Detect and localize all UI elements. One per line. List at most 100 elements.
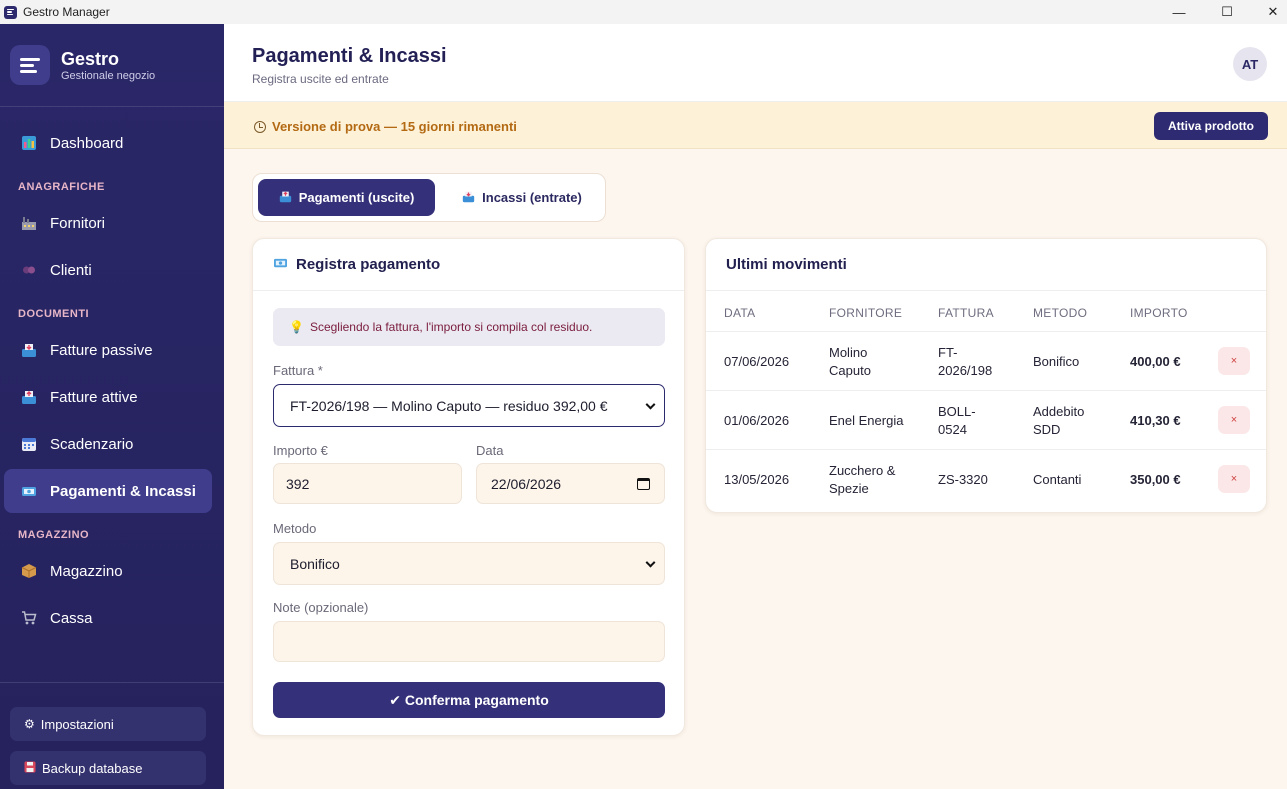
package-icon: [20, 562, 38, 580]
minimize-icon: —: [1172, 4, 1186, 20]
date-value: 22/06/2026: [491, 475, 562, 492]
trial-banner: Versione di prova — 15 giorni rimanenti …: [224, 102, 1287, 149]
movements-title: Ultimi movimenti: [706, 239, 1266, 291]
avatar[interactable]: AT: [1233, 47, 1267, 81]
cell-importo: 410,30 €: [1130, 413, 1181, 428]
minimize-button[interactable]: —: [1156, 0, 1202, 24]
sidebar: Gestro Gestionale negozio Dashboard ANAG…: [0, 24, 224, 789]
cell-data: 07/06/2026: [724, 354, 790, 369]
money-icon: [20, 482, 38, 500]
sidebar-item-label: Dashboard: [50, 134, 124, 152]
app-icon: [4, 5, 17, 19]
importo-input[interactable]: 392: [273, 463, 462, 504]
close-icon: ×: [1230, 414, 1238, 426]
sidebar-item-label: Clienti: [50, 261, 92, 279]
page-subtitle: Registra uscite ed entrate: [252, 72, 389, 86]
cell-data: 13/05/2026: [724, 472, 790, 487]
sidebar-item-label: Fatture attive: [50, 388, 138, 406]
sidebar-item-fatture-passive[interactable]: Fatture passive: [4, 328, 212, 372]
inbox-tray-icon: [20, 341, 38, 359]
sidebar-item-fatture-attive[interactable]: Fatture attive: [4, 375, 212, 419]
backup-label: Backup database: [42, 760, 143, 776]
window-titlebar: Gestro Manager — ☐ ✕: [0, 0, 1287, 24]
cell-importo: 350,00 €: [1130, 472, 1181, 487]
fattura-label: Fattura *: [273, 363, 323, 378]
cell-metodo: Bonifico: [1033, 354, 1080, 369]
note-label: Note (opzionale): [273, 600, 369, 615]
hint-box: 💡 Scegliendo la fattura, l'importo si co…: [273, 308, 665, 346]
cell-fornitore: Zucchero & Spezie: [829, 463, 896, 496]
calendar-icon[interactable]: [637, 478, 650, 490]
metodo-select[interactable]: Bonifico: [273, 542, 665, 585]
sidebar-item-label: Fornitori: [50, 214, 106, 232]
chevron-down-icon: [645, 399, 656, 410]
floppy-disk-icon: [24, 761, 36, 776]
users-icon: [20, 261, 38, 279]
outbox-tray-icon: [20, 388, 38, 406]
delete-movement-button[interactable]: ×: [1218, 406, 1250, 434]
note-input[interactable]: [273, 621, 665, 662]
close-icon: ×: [1230, 473, 1238, 485]
money-icon: [273, 257, 288, 273]
cell-importo: 400,00 €: [1130, 354, 1181, 369]
clock-icon: [254, 120, 266, 133]
movements-card: Ultimi movimenti DATA FORNITORE FATTURA …: [705, 238, 1267, 513]
sidebar-item-pagamenti[interactable]: Pagamenti & Incassi: [4, 469, 212, 513]
data-label: Data: [476, 443, 504, 458]
cell-data: 01/06/2026: [724, 413, 790, 428]
col-data: DATA: [724, 306, 756, 320]
sidebar-item-fornitori[interactable]: Fornitori: [4, 201, 212, 245]
col-fattura: FATTURA: [938, 306, 994, 320]
date-input[interactable]: 22/06/2026: [476, 463, 665, 504]
cell-fornitore: Molino Caputo: [829, 345, 871, 378]
metodo-select-value: Bonifico: [290, 555, 340, 572]
cell-metodo: Contanti: [1033, 472, 1082, 487]
cell-fattura: BOLL- 0524: [938, 404, 976, 437]
gear-icon: ⚙: [24, 717, 35, 731]
sidebar-item-scadenzario[interactable]: Scadenzario: [4, 422, 212, 466]
tab-label: Incassi (entrate): [482, 190, 582, 205]
maximize-button[interactable]: ☐: [1204, 0, 1250, 24]
fattura-select[interactable]: FT-2026/198 — Molino Caputo — residuo 39…: [273, 384, 665, 427]
sidebar-footer: ⚙ Impostazioni Backup database: [0, 682, 224, 789]
maximize-icon: ☐: [1221, 4, 1233, 19]
tab-pagamenti[interactable]: Pagamenti (uscite): [258, 179, 435, 216]
mode-tabs: Pagamenti (uscite) Incassi (entrate): [252, 173, 606, 222]
confirm-payment-button[interactable]: ✔ Conferma pagamento: [273, 682, 665, 718]
settings-button[interactable]: ⚙ Impostazioni: [10, 707, 206, 741]
table-header: DATA FORNITORE FATTURA METODO IMPORTO: [706, 291, 1266, 332]
payment-form-card: Registra pagamento 💡 Scegliendo la fattu…: [252, 238, 685, 736]
delete-movement-button[interactable]: ×: [1218, 465, 1250, 493]
col-fornitore: FORNITORE: [829, 306, 903, 320]
close-icon: ×: [1230, 355, 1238, 367]
window-title: Gestro Manager: [23, 5, 110, 19]
chevron-down-icon: [645, 557, 656, 568]
factory-icon: [20, 214, 38, 232]
chart-icon: [20, 134, 38, 152]
tab-incassi[interactable]: Incassi (entrate): [443, 179, 601, 216]
fattura-select-value: FT-2026/198 — Molino Caputo — residuo 39…: [290, 397, 608, 414]
brand: Gestro Gestionale negozio: [0, 24, 224, 107]
backup-button[interactable]: Backup database: [10, 751, 206, 785]
col-metodo: METODO: [1033, 306, 1088, 320]
page-title: Pagamenti & Incassi: [252, 45, 447, 67]
metodo-label: Metodo: [273, 521, 317, 536]
sidebar-item-label: Fatture passive: [50, 341, 153, 359]
sidebar-item-magazzino[interactable]: Magazzino: [4, 549, 212, 593]
cell-metodo: Addebito SDD: [1033, 404, 1085, 437]
outbox-tray-icon: [279, 190, 292, 206]
activate-product-button[interactable]: Attiva prodotto: [1154, 112, 1268, 140]
cell-fattura: ZS-3320: [938, 472, 988, 487]
close-button[interactable]: ✕: [1250, 0, 1287, 24]
table-row: 13/05/2026 Zucchero & Spezie ZS-3320 Cont…: [706, 450, 1266, 509]
movements-table: DATA FORNITORE FATTURA METODO IMPORTO 07…: [706, 291, 1266, 509]
sidebar-item-cassa[interactable]: Cassa: [4, 596, 212, 640]
sidebar-item-dashboard[interactable]: Dashboard: [4, 121, 212, 165]
brand-name: Gestro: [61, 48, 120, 69]
cell-fornitore: Enel Energia: [829, 413, 904, 428]
form-title: Registra pagamento: [296, 256, 441, 273]
table-row: 01/06/2026 Enel Energia BOLL- 0524 Addebi…: [706, 391, 1266, 450]
hint-text: Scegliendo la fattura, l'importo si comp…: [309, 320, 593, 334]
delete-movement-button[interactable]: ×: [1218, 347, 1250, 375]
sidebar-item-clienti[interactable]: Clienti: [4, 248, 212, 292]
